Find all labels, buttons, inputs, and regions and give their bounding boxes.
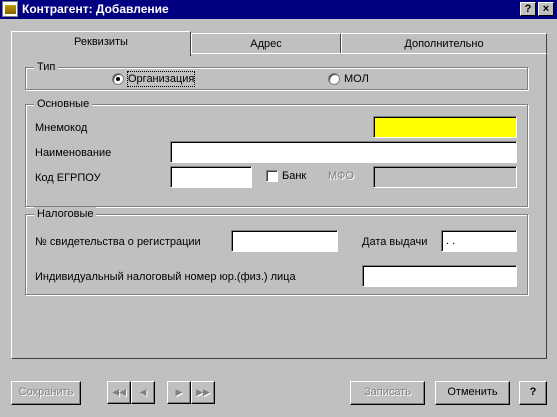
close-button[interactable]: × (538, 2, 554, 16)
tab-control: Реквизиты Адрес Дополнительно Тип Органи… (11, 31, 547, 361)
tax-group-legend: Налоговые (34, 207, 97, 221)
tab-panel-requisites: Тип Организация МОЛ Основные Мнемокод На… (11, 53, 547, 359)
nav-first-icon: ◀◀ (112, 387, 126, 397)
edrpou-input[interactable] (170, 166, 252, 188)
radio-organization[interactable] (112, 73, 124, 85)
tab-requisites-label: Реквизиты (74, 36, 128, 48)
tab-additional[interactable]: Дополнительно (341, 33, 547, 55)
certificate-label: № свидетельства о регистрации (35, 236, 201, 248)
issue-date-input[interactable]: . . (441, 230, 517, 252)
cancel-button[interactable]: Отменить (435, 381, 510, 405)
nav-last-button[interactable]: ▶▶ (191, 381, 215, 404)
radio-mol[interactable] (328, 73, 340, 85)
help-title-button[interactable]: ? (520, 2, 536, 16)
tab-requisites[interactable]: Реквизиты (11, 31, 191, 56)
write-button[interactable]: Записать (350, 381, 425, 405)
radio-organization-label[interactable]: Организация (126, 71, 196, 87)
nav-first-button[interactable]: ◀◀ (107, 381, 131, 404)
edrpou-label: Код ЕГРПОУ (35, 172, 101, 184)
type-group-legend: Тип (34, 60, 59, 74)
tab-address[interactable]: Адрес (191, 33, 341, 55)
radio-selected-dot (116, 77, 120, 81)
mfo-label: МФО (328, 170, 354, 182)
radio-mol-label[interactable]: МОЛ (344, 72, 369, 86)
nav-next-icon: ▶ (175, 387, 183, 397)
title-bar: Контрагент: Добавление ? × (0, 0, 557, 19)
tax-number-input[interactable] (362, 265, 517, 287)
name-input[interactable] (170, 141, 517, 163)
tax-number-label: Индивидуальный налоговый номер юр.(физ.)… (35, 271, 296, 283)
help-button[interactable]: ? (519, 381, 547, 405)
nav-prev-icon: ◀ (139, 387, 147, 397)
nav-next-button[interactable]: ▶ (167, 381, 191, 404)
name-label: Наименование (35, 147, 112, 159)
app-icon (2, 1, 18, 17)
type-group: Тип Организация МОЛ (25, 60, 528, 90)
main-group-legend: Основные (34, 97, 93, 111)
bank-label[interactable]: Банк (282, 169, 306, 183)
issue-date-label: Дата выдачи (362, 236, 428, 248)
nav-prev-button[interactable]: ◀ (131, 381, 155, 404)
tab-address-label: Адрес (250, 38, 282, 50)
mfo-input[interactable] (373, 166, 517, 188)
tax-group: Налоговые № свидетельства о регистрации … (25, 207, 528, 295)
bank-checkbox[interactable] (266, 170, 278, 182)
nav-last-icon: ▶▶ (196, 387, 210, 397)
mnemocode-label: Мнемокод (35, 122, 88, 134)
main-group: Основные Мнемокод Наименование Код ЕГРПО… (25, 97, 528, 207)
tab-additional-label: Дополнительно (404, 38, 484, 50)
window-title: Контрагент: Добавление (22, 2, 169, 16)
mnemocode-input[interactable] (373, 116, 517, 138)
save-button[interactable]: Сохранить (11, 381, 81, 405)
certificate-input[interactable] (231, 230, 338, 252)
